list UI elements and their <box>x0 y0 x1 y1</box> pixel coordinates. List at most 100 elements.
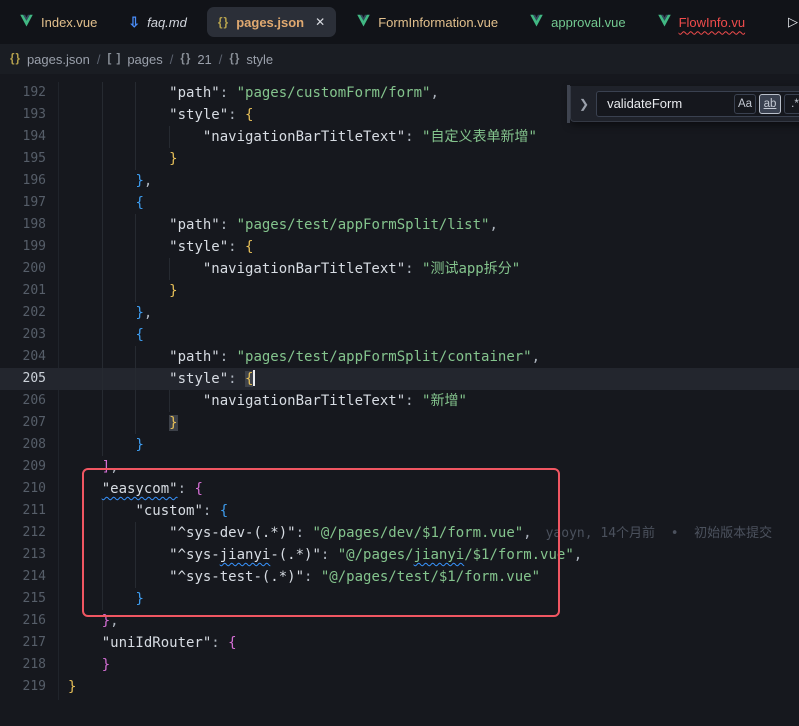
code-line-215[interactable]: 215 } <box>0 588 799 610</box>
breadcrumb-item-pages.json[interactable]: {}pages.json <box>10 52 90 67</box>
breadcrumb-item-style[interactable]: {}style <box>229 52 273 67</box>
line-number: 216 <box>0 610 46 632</box>
token: : <box>304 569 321 585</box>
match-case-button[interactable]: Aa <box>734 94 756 114</box>
line-number: 205 <box>0 368 46 390</box>
token: /$1/form.vue" <box>464 547 574 563</box>
line-content: "style": { <box>68 104 253 126</box>
token: "pages/customForm/form" <box>237 85 431 101</box>
code-editor[interactable]: 192 "path": "pages/customForm/form",193 … <box>0 74 799 726</box>
code-line-217[interactable]: 217 "uniIdRouter": { <box>0 632 799 654</box>
code-line-194[interactable]: 194 "navigationBarTitleText": "自定义表单新增" <box>0 126 799 148</box>
code-line-204[interactable]: 204 "path": "pages/test/appFormSplit/con… <box>0 346 799 368</box>
token: , <box>110 459 118 475</box>
token: : <box>405 261 422 277</box>
token: { <box>228 635 236 651</box>
indent-guide <box>135 412 136 434</box>
code-line-211[interactable]: 211 "custom": { <box>0 500 799 522</box>
indent-guide <box>102 566 103 588</box>
tab-pages.json[interactable]: {}pages.json✕ <box>207 7 336 37</box>
token: "@/pages/test/$1/form.vue" <box>321 569 540 585</box>
code-line-207[interactable]: 207 } <box>0 412 799 434</box>
code-line-219[interactable]: 219} <box>0 676 799 698</box>
find-widget-sash[interactable] <box>567 85 570 123</box>
indent-guide <box>169 126 170 148</box>
tab-overflow-chevron-icon[interactable]: ▷ <box>788 14 799 30</box>
breadcrumb-item-pages[interactable]: [ ]pages <box>107 52 162 67</box>
whole-word-button[interactable]: ab <box>759 94 781 114</box>
token: { <box>194 481 202 497</box>
token: } <box>135 173 143 189</box>
code-line-198[interactable]: 198 "path": "pages/test/appFormSplit/lis… <box>0 214 799 236</box>
indent-guide <box>169 390 170 412</box>
token: : <box>321 547 338 563</box>
line-content: "^sys-jianyi-(.*)": "@/pages/jianyi/$1/f… <box>68 544 582 566</box>
token: "style" <box>169 107 228 123</box>
indent-guide <box>102 236 103 258</box>
tab-approval.vue[interactable]: approval.vue <box>518 7 636 37</box>
line-number: 193 <box>0 104 46 126</box>
line-number: 206 <box>0 390 46 412</box>
close-icon[interactable]: ✕ <box>315 15 325 29</box>
tab-FormInformation.vue[interactable]: FormInformation.vue <box>345 7 509 37</box>
breadcrumb-separator: / <box>219 52 223 67</box>
line-number: 198 <box>0 214 46 236</box>
token: { <box>220 503 228 519</box>
code-line-213[interactable]: 213 "^sys-jianyi-(.*)": "@/pages/jianyi/… <box>0 544 799 566</box>
code-line-208[interactable]: 208 } <box>0 434 799 456</box>
code-line-216[interactable]: 216 }, <box>0 610 799 632</box>
find-widget: ❯ validateForm Aa ab .* <box>570 86 799 122</box>
code-line-218[interactable]: 218 } <box>0 654 799 676</box>
token: , <box>144 305 152 321</box>
code-line-197[interactable]: 197 { <box>0 192 799 214</box>
indent-guide <box>102 258 103 280</box>
indent-guide <box>102 324 103 346</box>
line-number: 214 <box>0 566 46 588</box>
code-line-214[interactable]: 214 "^sys-test-(.*)": "@/pages/test/$1/f… <box>0 566 799 588</box>
indent-guide <box>102 522 103 544</box>
indent-guide <box>102 192 103 214</box>
token: "@/pages/ <box>338 547 414 563</box>
indent-guide <box>135 280 136 302</box>
tab-faq.md[interactable]: ⇩faq.md <box>117 7 197 37</box>
tab-label: pages.json <box>236 15 304 30</box>
token: "navigationBarTitleText" <box>203 393 405 409</box>
code-line-210[interactable]: 210 "easycom": { <box>0 478 799 500</box>
code-line-203[interactable]: 203 { <box>0 324 799 346</box>
code-line-200[interactable]: 200 "navigationBarTitleText": "测试app拆分" <box>0 258 799 280</box>
indent-guide <box>135 104 136 126</box>
find-query-text[interactable]: validateForm <box>600 96 731 111</box>
code-line-202[interactable]: 202 }, <box>0 302 799 324</box>
token: "新增" <box>422 393 467 409</box>
find-input[interactable]: validateForm Aa ab .* <box>596 91 799 117</box>
code-line-212[interactable]: 212 "^sys-dev-(.*)": "@/pages/dev/$1/for… <box>0 522 799 544</box>
code-line-195[interactable]: 195 } <box>0 148 799 170</box>
code-line-209[interactable]: 209 ], <box>0 456 799 478</box>
whole-word-glyph: ab <box>764 98 777 110</box>
token: -(.*)" <box>270 547 321 563</box>
squiggle-text: jianyi <box>414 547 465 563</box>
json-braces-icon: {} <box>10 53 21 65</box>
regex-button[interactable]: .* <box>784 94 799 114</box>
line-content: "^sys-dev-(.*)": "@/pages/dev/$1/form.vu… <box>68 522 772 544</box>
line-content: }, <box>68 610 119 632</box>
code-line-196[interactable]: 196 }, <box>0 170 799 192</box>
token: { <box>135 327 143 343</box>
code-line-205[interactable]: 205 "style": { <box>0 368 799 390</box>
tab-FlowInfo.vu[interactable]: FlowInfo.vu <box>646 7 756 37</box>
token: { <box>245 107 253 123</box>
breadcrumb-item-21[interactable]: {}21 <box>180 52 211 67</box>
code-line-206[interactable]: 206 "navigationBarTitleText": "新增" <box>0 390 799 412</box>
token: : <box>203 503 220 519</box>
indent-guide <box>102 302 103 324</box>
tab-Index.vue[interactable]: Index.vue <box>8 7 108 37</box>
token: "自定义表单新增" <box>422 129 537 145</box>
line-number: 202 <box>0 302 46 324</box>
markdown-icon: ⇩ <box>128 14 140 31</box>
find-expand-chevron-icon[interactable]: ❯ <box>579 97 589 111</box>
token: , <box>489 217 497 233</box>
code-line-199[interactable]: 199 "style": { <box>0 236 799 258</box>
indent-guide <box>102 346 103 368</box>
code-line-201[interactable]: 201 } <box>0 280 799 302</box>
vue-icon <box>529 14 544 31</box>
